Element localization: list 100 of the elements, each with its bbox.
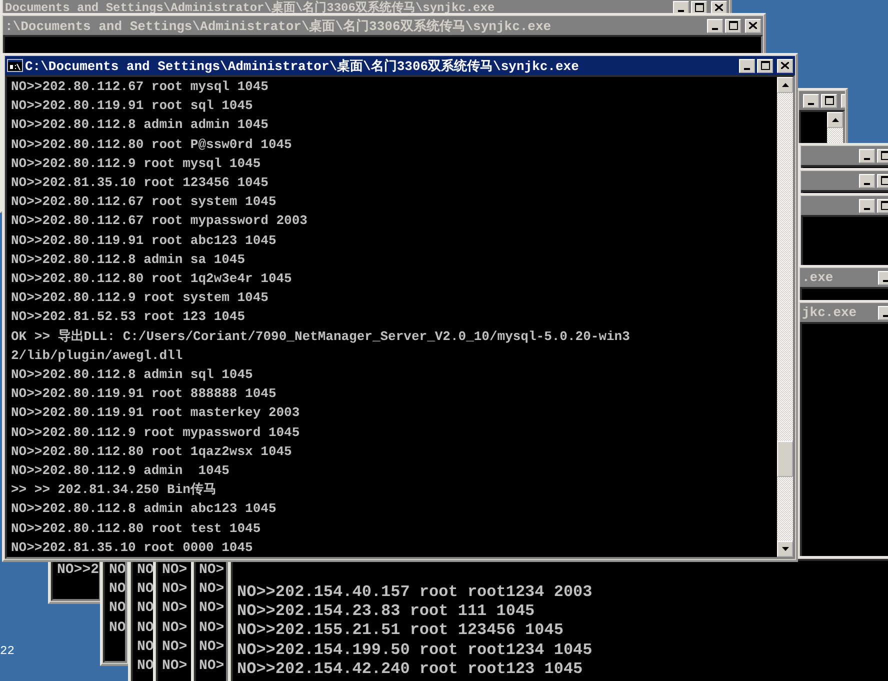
console-line: >> >> 202.81.34.250 Bin传马 bbox=[11, 481, 216, 500]
console-line: NO bbox=[137, 580, 153, 600]
console-line: NO>>202.80.112.8 admin abc123 1045 bbox=[11, 500, 276, 518]
console-line: NO>>202.154.23.83 root 111 1045 bbox=[237, 602, 535, 622]
console-line: NO>>202.80.112.67 root system 1045 bbox=[11, 193, 276, 212]
maximize-icon bbox=[880, 176, 888, 185]
console-line: NO> bbox=[162, 580, 188, 600]
console-line: NO>>202.80.112.8 admin admin 1045 bbox=[11, 116, 268, 134]
up-arrow-icon bbox=[782, 83, 788, 87]
maximize-button[interactable] bbox=[725, 18, 741, 32]
minimize-button[interactable] bbox=[707, 18, 723, 32]
console-line: NO>>202.155.21.51 root 123456 1045 bbox=[237, 621, 564, 641]
maximize-icon bbox=[824, 96, 834, 105]
console-line: NO> bbox=[199, 599, 224, 618]
console-line: NO>>202.80.112.8 admin sql 1045 bbox=[11, 366, 253, 384]
maximize-icon bbox=[880, 151, 888, 160]
minimize-icon bbox=[883, 280, 888, 282]
maximize-icon bbox=[694, 3, 704, 12]
console-line: NO>>202.80.112.80 root 1q2w3e4r 1045 bbox=[11, 270, 292, 288]
console-line: NO>>202.80.112.80 root P@ssw0rd 1045 bbox=[11, 136, 292, 154]
console-line: NO bbox=[109, 599, 125, 618]
console-line: NO bbox=[109, 561, 125, 580]
console-line: NO> bbox=[162, 618, 188, 638]
scroll-up-button[interactable] bbox=[777, 77, 793, 93]
minimize-icon bbox=[678, 10, 684, 12]
console-line: NO> bbox=[162, 561, 188, 580]
console-line: NO> bbox=[199, 561, 224, 580]
console-line: NO>>202.80.119.91 root sql 1045 bbox=[11, 97, 253, 116]
up-arrow-icon bbox=[832, 118, 838, 122]
minimize-button[interactable] bbox=[739, 58, 755, 72]
console-line: NO>>202.80.119.91 root abc123 1045 bbox=[11, 232, 276, 250]
maximize-icon bbox=[728, 21, 738, 30]
console-line: NO>>202.80.112.80 root test 1045 bbox=[11, 520, 261, 538]
console-line: NO>>202.81.52.53 root 123 1045 bbox=[11, 308, 246, 326]
close-icon bbox=[781, 62, 789, 69]
window-title: Documents and Settings\Administrator\桌面\名门3306双系统传马\synjkc.exe bbox=[5, 0, 496, 15]
console-line: NO> bbox=[162, 657, 188, 676]
maximize-button[interactable] bbox=[691, 0, 707, 14]
console-line: NO> bbox=[162, 599, 188, 618]
console-line: NO>>2 bbox=[57, 561, 99, 580]
close-button[interactable] bbox=[777, 58, 793, 72]
console-line: NO> bbox=[199, 580, 224, 600]
console-line: NO> bbox=[199, 657, 224, 676]
minimize-icon bbox=[744, 68, 750, 70]
console-line: NO>>202.80.119.91 root 888888 1045 bbox=[11, 385, 276, 404]
console-line: NO> bbox=[162, 638, 188, 657]
minimize-icon bbox=[808, 102, 814, 104]
console-line: NO bbox=[137, 657, 153, 676]
console-line: NO>>202.81.35.10 root 0000 1045 bbox=[11, 538, 253, 557]
minimize-button[interactable] bbox=[859, 174, 875, 188]
minimize-button[interactable] bbox=[859, 198, 875, 212]
console-line: NO> bbox=[199, 638, 224, 657]
desktop-label: 22 bbox=[0, 644, 14, 658]
console-line: NO>>202.80.112.9 root system 1045 bbox=[11, 289, 268, 308]
maximize-icon bbox=[880, 201, 888, 210]
window-title: jkc.exe bbox=[802, 305, 858, 320]
window-title: :\Documents and Settings\Administrator\桌面\名门3306双系统传马\synjkc.exe bbox=[5, 18, 552, 34]
console-line: NO bbox=[137, 638, 153, 657]
console-line: NO>>202.80.112.67 root mysql 1045 bbox=[11, 78, 268, 96]
console-line: NO>>202.80.112.80 root 1qaz2wsx 1045 bbox=[11, 442, 292, 461]
minimize-button[interactable] bbox=[673, 0, 689, 14]
minimize-icon bbox=[864, 208, 870, 210]
console-line: NO>>202.81.35.10 root 123456 1045 bbox=[11, 174, 268, 192]
scrollbar[interactable] bbox=[777, 77, 793, 557]
console-line: NO>>202.154.199.50 root root1234 1045 bbox=[237, 640, 592, 660]
maximize-button[interactable] bbox=[821, 94, 837, 108]
minimize-button[interactable] bbox=[803, 94, 819, 108]
minimize-icon bbox=[864, 158, 870, 160]
console-line: NO>>202.80.112.9 root mypassword 1045 bbox=[11, 424, 300, 442]
console-line: NO>>202.80.119.91 root masterkey 2003 bbox=[11, 404, 300, 422]
console-line: NO>>202.154.42.240 root root123 1045 bbox=[237, 660, 583, 680]
console-line: NO>>202.80.112.9 root mysql 1045 bbox=[11, 154, 261, 173]
console-line: NO>>202.80.112.9 admin 1045 bbox=[11, 462, 230, 480]
maximize-button[interactable] bbox=[757, 58, 773, 72]
close-icon bbox=[715, 4, 723, 11]
scroll-thumb[interactable] bbox=[777, 441, 793, 477]
scroll-up-button[interactable] bbox=[827, 112, 843, 128]
close-button[interactable] bbox=[711, 0, 727, 14]
console-line: 2/lib/plugin/awegl.dll bbox=[11, 346, 183, 365]
console-line: NO bbox=[137, 599, 153, 618]
window-title: .exe bbox=[802, 270, 834, 285]
scrollbar[interactable] bbox=[827, 112, 843, 143]
console-line: NO>>202.80.112.67 root mypassword 2003 bbox=[11, 212, 308, 230]
console-line: NO>>202.80.112.8 admin sa 1045 bbox=[11, 250, 246, 269]
maximize-icon bbox=[760, 61, 770, 70]
close-button[interactable] bbox=[745, 18, 761, 32]
console-line: NO bbox=[137, 561, 153, 580]
console-line: OK >> 导出DLL: C:/Users/Coriant/7090_NetManager_Server_V2.0_10/mysql-5.0.20-win3 bbox=[11, 328, 630, 346]
console-line: NO bbox=[109, 618, 125, 638]
window-title: C:\Documents and Settings\Administrator\桌面\名门3306双系统传马\synjkc.exe bbox=[25, 58, 580, 74]
console-line: NO> bbox=[199, 618, 224, 638]
console-line: NO>>202.154.40.157 root root1234 2003 bbox=[237, 583, 592, 602]
minimize-icon bbox=[883, 314, 888, 316]
scroll-down-button[interactable] bbox=[777, 541, 793, 557]
minimize-icon bbox=[712, 28, 718, 30]
down-arrow-icon bbox=[782, 547, 788, 551]
minimize-icon bbox=[864, 182, 870, 184]
minimize-button[interactable] bbox=[859, 148, 875, 162]
close-icon bbox=[749, 22, 757, 29]
console-line: NO bbox=[137, 618, 153, 638]
